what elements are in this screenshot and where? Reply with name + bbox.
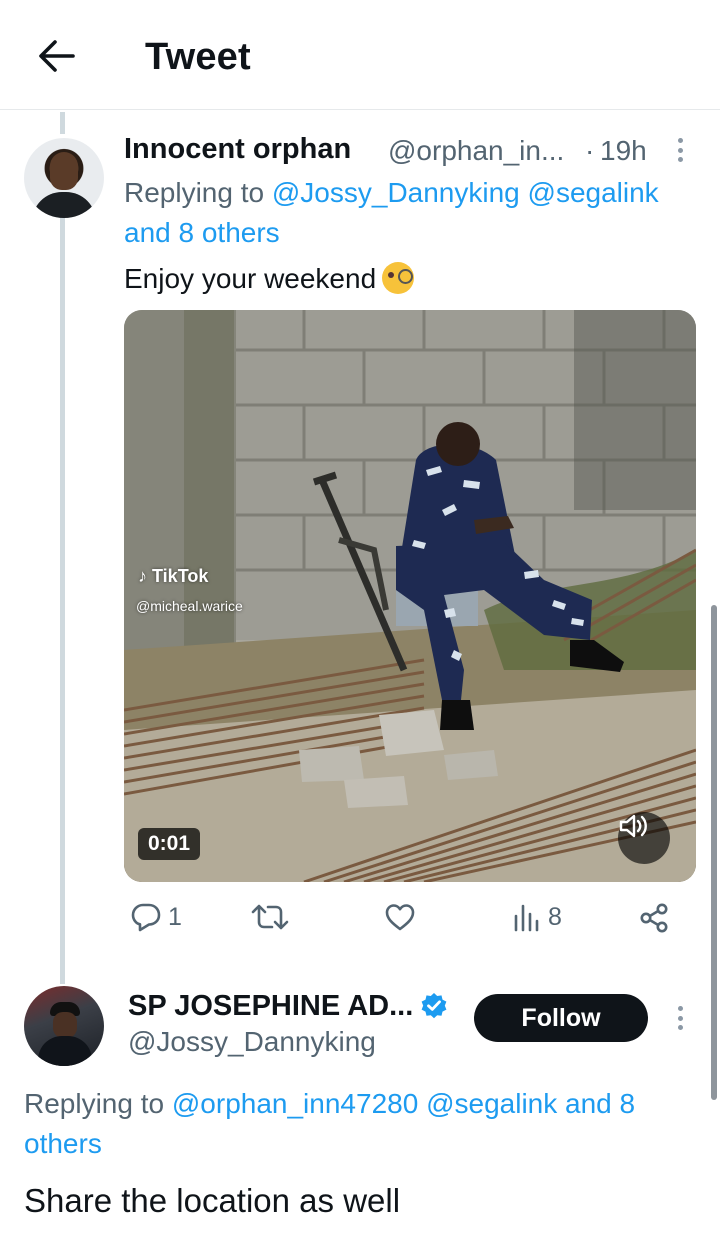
- retweet-button[interactable]: [250, 902, 290, 932]
- arrow-left-icon: [39, 40, 75, 72]
- reply-count: 1: [168, 902, 182, 931]
- bar-chart-icon: [514, 904, 539, 932]
- thread-connector-top: [60, 112, 65, 134]
- top-bar: Tweet: [0, 0, 720, 110]
- avatar[interactable]: [24, 986, 104, 1066]
- mention-link[interactable]: @Jossy_Dannyking: [272, 177, 520, 208]
- more-options-icon[interactable]: [670, 134, 690, 166]
- heart-icon: [385, 904, 415, 931]
- video-player[interactable]: ♪ TikTok @micheal.warice 0:01: [124, 310, 696, 882]
- views-button[interactable]: 8: [512, 902, 562, 932]
- tiktok-watermark: ♪ TikTok: [138, 566, 209, 586]
- others-link[interactable]: and 8: [565, 1088, 635, 1119]
- volume-button[interactable]: [618, 812, 670, 864]
- back-button[interactable]: [30, 34, 82, 78]
- replying-to: Replying to @Jossy_Dannyking @segalink a…: [124, 173, 704, 253]
- others-link[interactable]: and 8 others: [124, 217, 280, 248]
- reply-icon: [131, 903, 161, 932]
- scrollbar[interactable]: [711, 605, 717, 1100]
- tiktok-username: @micheal.warice: [136, 598, 243, 614]
- author-handle[interactable]: @Jossy_Dannyking: [128, 1026, 376, 1058]
- replying-to: Replying to @orphan_inn47280 @segalink a…: [24, 1084, 704, 1164]
- replying-prefix: Replying to: [24, 1088, 165, 1119]
- mention-link[interactable]: @segalink: [426, 1088, 557, 1119]
- author-name[interactable]: Innocent orphan: [124, 133, 351, 166]
- speaker-icon: [619, 814, 647, 838]
- author-handle[interactable]: @orphan_in...: [388, 135, 564, 167]
- thread-connector: [60, 214, 65, 984]
- avatar-face: [50, 152, 78, 190]
- more-options-icon[interactable]: [670, 1002, 690, 1034]
- separator-dot: ·: [585, 135, 595, 166]
- tweet-text-content: Enjoy your weekend: [124, 263, 377, 294]
- avatar-face: [53, 1012, 77, 1038]
- avatar[interactable]: [24, 138, 104, 218]
- video-frame: [124, 310, 696, 882]
- author-name[interactable]: SP JOSEPHINE AD...: [128, 990, 413, 1023]
- page-title: Tweet: [145, 36, 251, 78]
- tweet-text: Share the location as well: [24, 1182, 401, 1219]
- like-button[interactable]: [384, 902, 416, 932]
- avatar-shirt: [32, 192, 96, 218]
- verified-badge-icon: [421, 993, 447, 1019]
- avatar-body: [38, 1036, 92, 1066]
- follow-button[interactable]: Follow: [474, 994, 648, 1042]
- tweet-text: Enjoy your weekend: [124, 260, 415, 298]
- reply-button[interactable]: 1: [130, 902, 182, 932]
- video-duration: 0:01: [138, 828, 201, 860]
- retweet-icon: [251, 904, 289, 930]
- replying-prefix: Replying to: [124, 177, 265, 208]
- face-with-monocle-icon: [382, 262, 415, 294]
- mention-link[interactable]: @segalink: [528, 177, 659, 208]
- share-icon: [640, 903, 668, 933]
- share-button[interactable]: [638, 902, 670, 934]
- mention-link[interactable]: @orphan_inn47280: [172, 1088, 418, 1119]
- tweet-time[interactable]: 19h: [600, 135, 647, 167]
- others-link-continued[interactable]: others: [24, 1128, 102, 1159]
- view-count: 8: [548, 902, 562, 931]
